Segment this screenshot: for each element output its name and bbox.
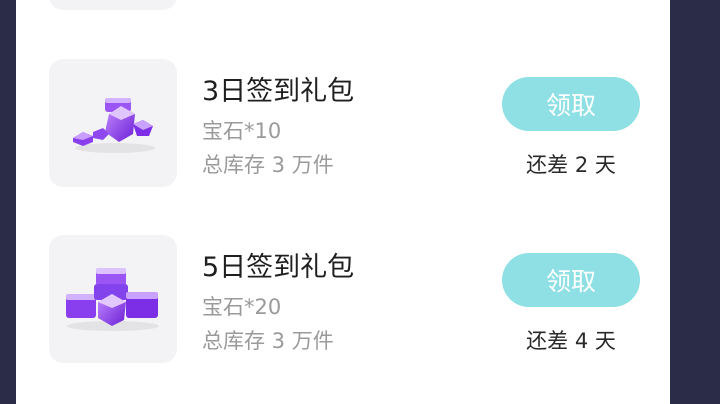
package-thumbnail [49,235,177,363]
claim-button[interactable]: 领取 [502,253,640,307]
days-remaining: 还差 2 天 [526,153,616,177]
package-reward: 宝石*20 [202,295,282,319]
package-stock: 总库存 3 万件 [202,153,334,177]
gift-list-panel: 3日签到礼包 宝石*10 总库存 3 万件 领取 还差 2 天 5日签到礼包 宝… [16,0,670,404]
package-stock: 总库存 3 万件 [202,329,334,353]
gem-large-icon [66,268,159,331]
days-remaining: 还差 4 天 [526,329,616,353]
list-item-package-3-day: 3日签到礼包 宝石*10 总库存 3 万件 领取 还差 2 天 [16,59,670,187]
previous-item-thumbnail [49,0,177,10]
package-title: 5日签到礼包 [202,252,355,283]
claim-button[interactable]: 领取 [502,77,640,131]
package-reward: 宝石*10 [202,119,282,143]
package-thumbnail [49,59,177,187]
list-item-package-5-day: 5日签到礼包 宝石*20 总库存 3 万件 领取 还差 4 天 [16,235,670,363]
package-title: 3日签到礼包 [202,76,355,107]
gem-small-icon [73,98,155,153]
